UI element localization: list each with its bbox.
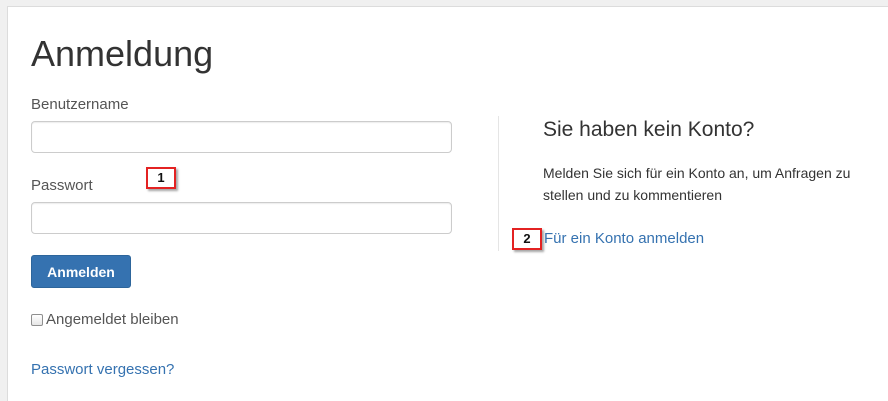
username-input[interactable] — [31, 121, 452, 153]
signup-description: Melden Sie sich für ein Konto an, um Anf… — [543, 165, 851, 203]
remember-checkbox[interactable] — [31, 313, 43, 326]
remember-label: Angemeldet bleiben — [46, 311, 179, 328]
signup-link[interactable]: Für ein Konto anmelden — [544, 230, 704, 247]
annotation-marker-1: 1 — [146, 167, 176, 189]
signup-heading: Sie haben kein Konto? — [543, 118, 755, 141]
password-input[interactable] — [31, 202, 452, 234]
page-title: Anmeldung — [31, 33, 214, 74]
annotation-marker-2: 2 — [512, 228, 542, 250]
forgot-password-link[interactable]: Passwort vergessen? — [31, 361, 174, 378]
column-divider — [498, 116, 499, 251]
password-label: Passwort — [31, 177, 93, 194]
username-label: Benutzername — [31, 96, 129, 113]
login-button[interactable]: Anmelden — [31, 255, 131, 288]
remember-me[interactable]: Angemeldet bleiben — [31, 311, 179, 328]
